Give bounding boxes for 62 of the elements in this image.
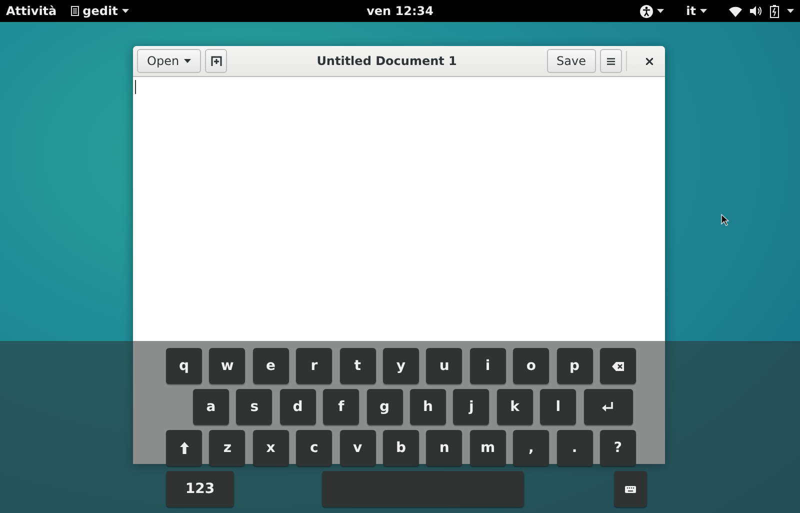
key[interactable]: j bbox=[453, 389, 490, 425]
key[interactable]: y bbox=[382, 348, 419, 384]
numbers-key[interactable]: 123 bbox=[166, 471, 234, 507]
key[interactable]: o bbox=[513, 348, 550, 384]
key[interactable]: m bbox=[470, 430, 506, 466]
hide-keyboard-key[interactable] bbox=[614, 471, 647, 507]
speaker-icon[interactable] bbox=[750, 6, 762, 16]
new-tab-icon bbox=[210, 56, 222, 66]
key[interactable]: x bbox=[252, 430, 289, 466]
key[interactable]: , bbox=[513, 430, 550, 466]
menu-button[interactable] bbox=[600, 49, 622, 73]
window-title: Untitled Document 1 bbox=[316, 54, 458, 68]
caret-icon bbox=[122, 9, 129, 13]
key[interactable]: z bbox=[209, 430, 246, 466]
key[interactable]: w bbox=[209, 348, 246, 384]
key[interactable]: u bbox=[426, 348, 462, 384]
caret-icon bbox=[787, 9, 794, 13]
wifi-icon[interactable] bbox=[729, 6, 742, 16]
document-icon bbox=[70, 6, 79, 16]
key[interactable]: ? bbox=[600, 430, 636, 466]
caret-icon bbox=[184, 59, 192, 63]
key[interactable]: s bbox=[236, 389, 272, 425]
key[interactable]: e bbox=[252, 348, 289, 384]
key[interactable]: h bbox=[410, 389, 446, 425]
shift-key[interactable] bbox=[166, 430, 202, 466]
key[interactable]: . bbox=[556, 430, 593, 466]
text-cursor bbox=[135, 80, 136, 94]
save-button[interactable]: Save bbox=[546, 49, 596, 73]
key[interactable]: f bbox=[323, 389, 360, 425]
activities-button[interactable]: Attività bbox=[6, 4, 57, 18]
key[interactable]: i bbox=[470, 348, 506, 384]
key[interactable]: g bbox=[366, 389, 403, 425]
shift-arrow-icon bbox=[180, 442, 188, 454]
keyboard-icon bbox=[624, 486, 636, 492]
menu-icon bbox=[607, 58, 615, 64]
key[interactable]: t bbox=[340, 348, 376, 384]
battery-icon[interactable] bbox=[770, 4, 780, 18]
enter-key[interactable] bbox=[584, 389, 633, 425]
caret-icon bbox=[700, 9, 708, 13]
key[interactable]: d bbox=[280, 389, 316, 425]
key[interactable]: l bbox=[540, 389, 576, 425]
key[interactable]: r bbox=[296, 348, 332, 384]
key[interactable]: q bbox=[166, 348, 202, 384]
mouse-pointer-icon bbox=[721, 214, 729, 226]
key[interactable]: a bbox=[193, 389, 229, 425]
input-source-menu[interactable]: it bbox=[686, 4, 696, 18]
backspace-key[interactable] bbox=[600, 348, 636, 384]
key[interactable]: k bbox=[496, 389, 533, 425]
new-tab-button[interactable] bbox=[205, 49, 228, 73]
key[interactable]: c bbox=[296, 430, 332, 466]
close-icon bbox=[646, 58, 652, 64]
key[interactable]: v bbox=[340, 430, 376, 466]
accessibility-icon[interactable] bbox=[640, 4, 654, 18]
clock[interactable]: ven 12:34 bbox=[366, 4, 434, 18]
key[interactable]: p bbox=[556, 348, 593, 384]
caret-icon bbox=[657, 9, 664, 13]
open-button[interactable]: Open bbox=[137, 49, 202, 73]
app-menu[interactable]: gedit bbox=[82, 4, 118, 18]
enter-icon bbox=[602, 402, 614, 412]
backspace-icon bbox=[612, 362, 624, 370]
key[interactable]: b bbox=[382, 430, 419, 466]
key[interactable]: n bbox=[426, 430, 462, 466]
